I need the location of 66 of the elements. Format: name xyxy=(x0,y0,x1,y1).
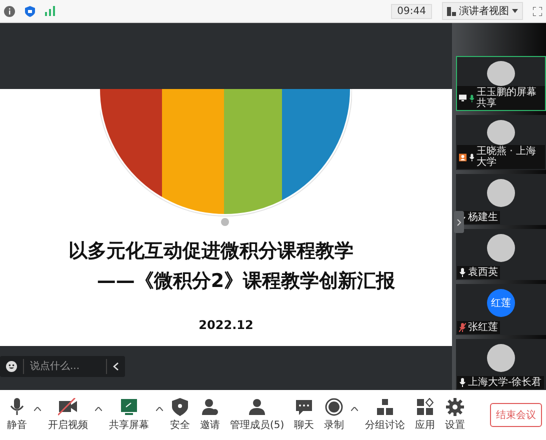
participant-tile[interactable]: 上海大学-徐长君 xyxy=(456,339,546,390)
chevron-right-icon xyxy=(457,218,461,226)
record-icon xyxy=(325,398,344,416)
menu-caret[interactable] xyxy=(34,407,41,411)
participant-tile[interactable]: 袁西英 xyxy=(456,229,546,280)
layout-icon xyxy=(447,6,456,16)
toolbar-button[interactable]: 分组讨论 xyxy=(362,398,408,432)
clock-text: 09:44 xyxy=(391,4,432,18)
mic-icon xyxy=(8,398,26,416)
screen-share-icon xyxy=(459,94,466,102)
participant-name: 王玉鹏的屏幕共享 xyxy=(476,87,538,109)
toolbar-button[interactable]: 管理成员(5) xyxy=(227,398,288,432)
menu-caret[interactable] xyxy=(156,407,163,411)
screen-share-icon xyxy=(120,398,138,416)
toolbar-button[interactable]: 设置 xyxy=(442,398,468,432)
emoji-icon xyxy=(6,361,17,372)
people-icon xyxy=(248,398,266,416)
settings-icon xyxy=(446,398,464,416)
avatar xyxy=(487,234,515,262)
slide-title: 以多元化互动促进微积分课程教学 xyxy=(68,239,354,264)
chat-icon xyxy=(295,398,314,416)
avatar xyxy=(487,179,515,207)
participant-tile[interactable]: 王晓燕 · 上海大学 xyxy=(456,115,546,170)
view-dropdown[interactable]: 演讲者视图 xyxy=(442,2,523,20)
slide-subtitle: ——《微积分2》课程教学创新汇报 xyxy=(96,269,396,294)
participant-tile[interactable]: 杨建生 xyxy=(456,174,546,225)
slide-date: 2022.12 xyxy=(198,318,254,332)
collapse-icon xyxy=(113,362,119,371)
participant-tile[interactable]: 王玉鹏的屏幕共享 xyxy=(456,56,546,111)
toolbar-button[interactable]: 安全 xyxy=(167,398,193,432)
caret-up-icon xyxy=(351,407,358,411)
add-person-icon xyxy=(201,398,219,416)
toolbar-button[interactable]: 聊天 xyxy=(291,398,318,432)
participant-name: 袁西英 xyxy=(468,267,498,278)
end-meeting-button[interactable]: 结束会议 xyxy=(490,403,542,427)
breakout-icon xyxy=(376,398,394,416)
participant-tile[interactable]: 红莲 张红莲 xyxy=(456,284,546,335)
caret-up-icon xyxy=(156,407,163,411)
toolbar-button[interactable]: 应用 xyxy=(412,398,438,432)
toolbar-button[interactable]: 开启视频 xyxy=(45,398,91,432)
menu-caret[interactable] xyxy=(351,407,358,411)
participant-name: 上海大学-徐长君 xyxy=(468,377,542,388)
fullscreen-icon xyxy=(533,6,542,16)
avatar xyxy=(487,344,515,372)
chat-input-field[interactable]: 说点什么... xyxy=(23,359,107,374)
sidebar-toggle-handle[interactable] xyxy=(454,211,464,233)
avatar xyxy=(487,120,515,145)
menu-caret[interactable] xyxy=(95,407,102,411)
apps-icon xyxy=(416,398,434,416)
shield-icon xyxy=(25,6,35,16)
caret-icon xyxy=(512,9,518,13)
caret-up-icon xyxy=(95,407,102,411)
person-icon xyxy=(459,152,467,162)
avatar xyxy=(487,61,515,86)
toolbar-button[interactable]: 邀请 xyxy=(197,398,223,432)
participant-name: 王晓燕 · 上海大学 xyxy=(476,146,537,168)
caret-up-icon xyxy=(34,407,41,411)
avatar-badge: 红莲 xyxy=(487,289,515,317)
shield-icon xyxy=(171,398,189,416)
toolbar-button[interactable]: 静音 xyxy=(4,398,30,432)
info-icon xyxy=(4,6,15,16)
signal-icon xyxy=(45,6,55,16)
participant-name: 杨建生 xyxy=(468,212,498,223)
toolbar-button[interactable]: 共享屏幕 xyxy=(106,398,152,432)
participant-name: 张红莲 xyxy=(468,322,498,333)
toolbar-button[interactable]: 录制 xyxy=(321,398,348,432)
